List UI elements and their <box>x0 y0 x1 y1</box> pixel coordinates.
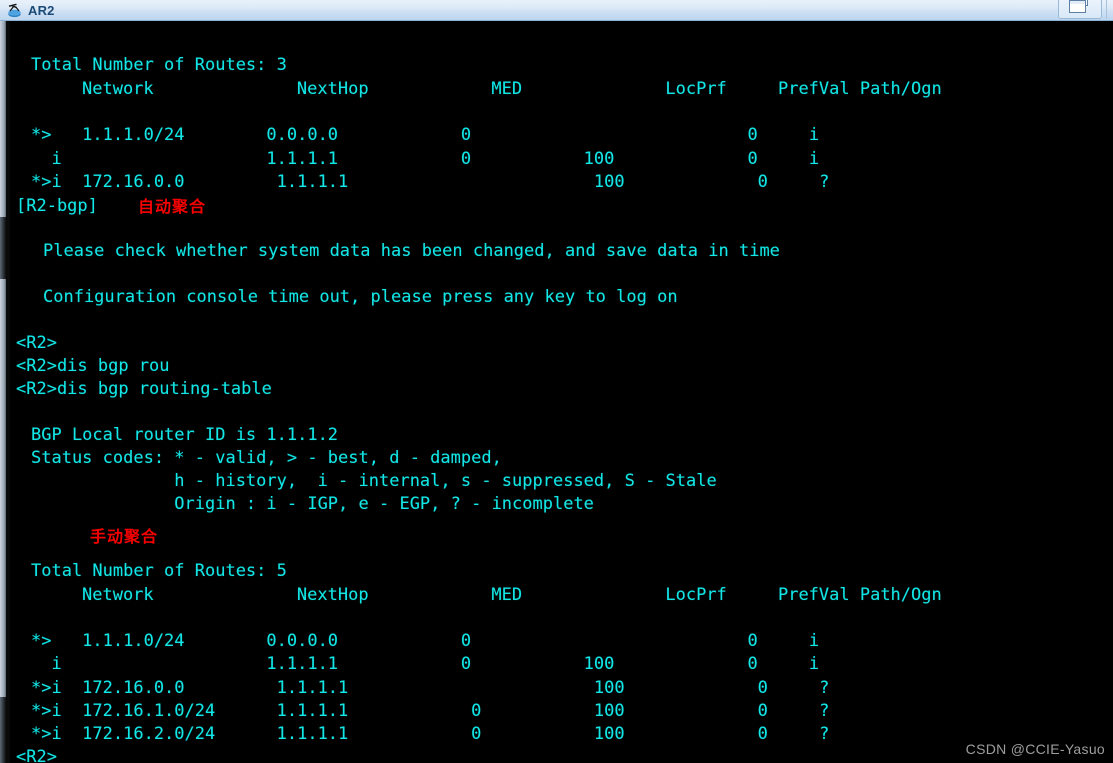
window-title-bar[interactable]: AR2 <box>0 0 1113 21</box>
terminal-line: <R2> <box>16 333 57 353</box>
terminal-area: Total Number of Routes: 3 Network NextHop… <box>0 21 1113 763</box>
chinese-annotation: 手动聚合 <box>90 527 159 546</box>
terminal-line: Network NextHop MED LocPrf PrefVal Path/… <box>82 79 942 99</box>
terminal-line: i 1.1.1.1 0 100 0 i <box>31 654 820 674</box>
terminal-line: Origin : i - IGP, e - EGP, ? - incomplet… <box>31 494 594 514</box>
title-bar-divider <box>1106 0 1107 19</box>
terminal-line: *>i 172.16.0.0 1.1.1.1 100 0 ? <box>31 172 830 192</box>
terminal-line: Total Number of Routes: 3 <box>31 55 287 75</box>
title-bar-spacer <box>55 0 1113 20</box>
terminal-scrollbar[interactable] <box>0 21 10 763</box>
scrollbar-thumb-lower[interactable] <box>0 279 6 697</box>
terminal-line: *> 1.1.1.0/24 0.0.0.0 0 0 i <box>31 125 820 145</box>
restore-window-icon <box>1069 0 1091 14</box>
window-controls[interactable] <box>1058 0 1107 19</box>
ar2-terminal-window: AR2 Total Number of Routes: 3 Network Nex… <box>0 0 1113 763</box>
terminal-line: *>i 172.16.1.0/24 1.1.1.1 0 100 0 ? <box>31 701 830 721</box>
terminal-line: i 1.1.1.1 0 100 0 i <box>31 149 820 169</box>
restore-button[interactable] <box>1058 0 1102 19</box>
terminal-line: h - history, i - internal, s - suppresse… <box>31 471 717 491</box>
chinese-annotation: 自动聚合 <box>138 197 207 216</box>
terminal-line: Please check whether system data has bee… <box>43 241 780 261</box>
terminal-line: BGP Local router ID is 1.1.1.2 <box>31 425 339 445</box>
terminal-line: Status codes: * - valid, > - best, d - d… <box>31 448 502 468</box>
router-icon <box>6 2 23 19</box>
terminal-line: Configuration console time out, please p… <box>43 287 678 307</box>
title-bar-left: AR2 <box>0 0 55 21</box>
terminal-line: *>i 172.16.2.0/24 1.1.1.1 0 100 0 ? <box>31 724 830 744</box>
terminal-line: Total Number of Routes: 5 <box>31 561 287 581</box>
terminal-line: *> 1.1.1.0/24 0.0.0.0 0 0 i <box>31 631 820 651</box>
terminal-line: Network NextHop MED LocPrf PrefVal Path/… <box>82 585 942 605</box>
scrollbar-thumb-upper[interactable] <box>0 21 6 217</box>
watermark: CSDN @CCIE-Yasuo <box>965 741 1105 757</box>
terminal-screen[interactable]: Total Number of Routes: 3 Network NextHop… <box>10 21 1113 763</box>
terminal-line: *>i 172.16.0.0 1.1.1.1 100 0 ? <box>31 678 830 698</box>
terminal-line: <R2> <box>16 747 57 763</box>
terminal-line: <R2>dis bgp routing-table <box>16 379 272 399</box>
terminal-line: <R2>dis bgp rou <box>16 356 170 376</box>
terminal-line: [R2-bgp] <box>16 196 98 216</box>
window-title: AR2 <box>28 2 55 18</box>
